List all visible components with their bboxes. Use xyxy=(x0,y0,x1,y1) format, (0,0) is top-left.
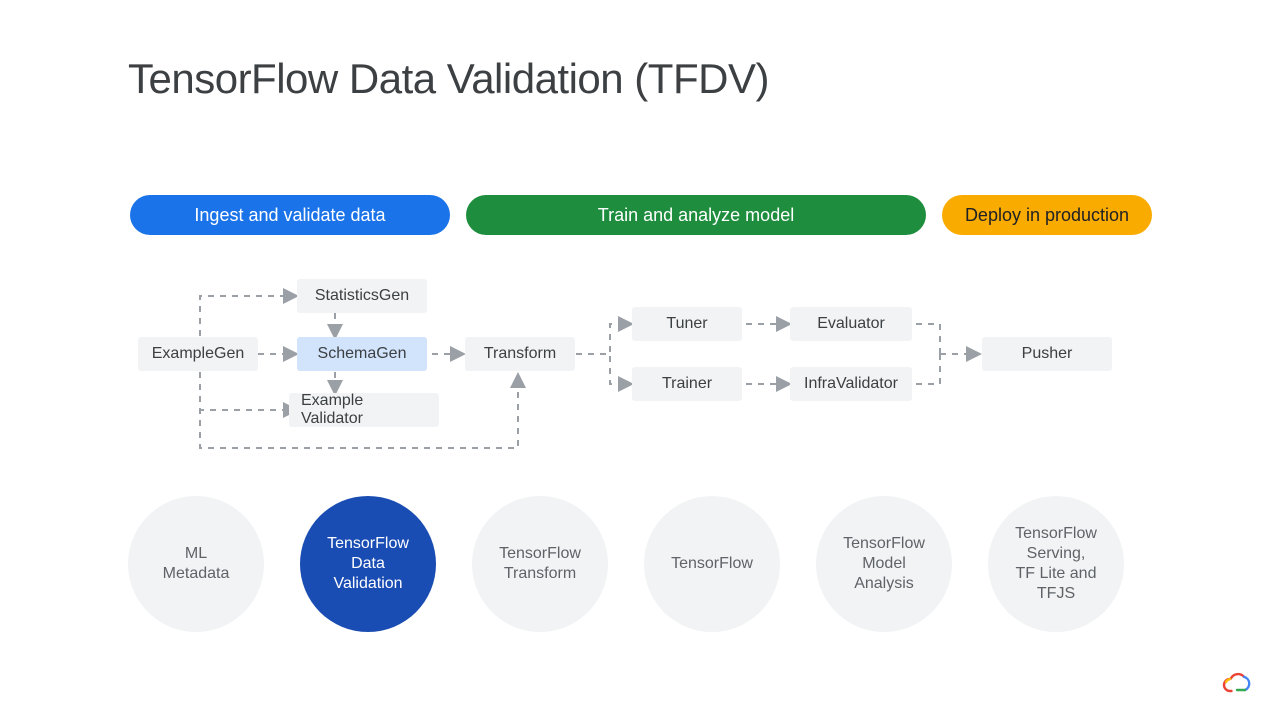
lib-ml-metadata-label: ML Metadata xyxy=(163,544,230,584)
node-trainer: Trainer xyxy=(632,367,742,401)
node-schemagen-label: SchemaGen xyxy=(318,345,407,363)
lib-serving: TensorFlow Serving, TF Lite and TFJS xyxy=(988,496,1124,632)
node-examplegen-label: ExampleGen xyxy=(152,345,245,363)
phase-ingest: Ingest and validate data xyxy=(130,195,450,235)
node-examplevalidator-label: Example Validator xyxy=(301,392,427,428)
node-transform-label: Transform xyxy=(484,345,556,363)
phase-train-label: Train and analyze model xyxy=(598,205,794,226)
node-tuner-label: Tuner xyxy=(666,315,707,333)
lib-tf-transform: TensorFlow Transform xyxy=(472,496,608,632)
lib-tfma: TensorFlow Model Analysis xyxy=(816,496,952,632)
node-schemagen: SchemaGen xyxy=(297,337,427,371)
node-pusher-label: Pusher xyxy=(1022,345,1073,363)
lib-tensorflow: TensorFlow xyxy=(644,496,780,632)
lib-tfdv-label: TensorFlow Data Validation xyxy=(327,534,409,594)
phase-deploy: Deploy in production xyxy=(942,195,1152,235)
page-title: TensorFlow Data Validation (TFDV) xyxy=(128,55,769,103)
lib-tf-transform-label: TensorFlow Transform xyxy=(499,544,581,584)
lib-tfdv: TensorFlow Data Validation xyxy=(300,496,436,632)
google-cloud-icon xyxy=(1222,669,1252,698)
phase-ingest-label: Ingest and validate data xyxy=(194,205,385,226)
lib-tfma-label: TensorFlow Model Analysis xyxy=(843,534,925,594)
lib-tensorflow-label: TensorFlow xyxy=(671,554,753,574)
node-pusher: Pusher xyxy=(982,337,1112,371)
node-infravalidator-label: InfraValidator xyxy=(804,375,898,393)
node-statisticsgen-label: StatisticsGen xyxy=(315,287,409,305)
node-examplevalidator: Example Validator xyxy=(289,393,439,427)
node-evaluator-label: Evaluator xyxy=(817,315,885,333)
lib-serving-label: TensorFlow Serving, TF Lite and TFJS xyxy=(1015,524,1097,604)
node-statisticsgen: StatisticsGen xyxy=(297,279,427,313)
phase-train: Train and analyze model xyxy=(466,195,926,235)
lib-ml-metadata: ML Metadata xyxy=(128,496,264,632)
slide: TensorFlow Data Validation (TFDV) Ingest… xyxy=(0,0,1280,720)
node-tuner: Tuner xyxy=(632,307,742,341)
node-infravalidator: InfraValidator xyxy=(790,367,912,401)
phase-deploy-label: Deploy in production xyxy=(965,205,1129,226)
node-examplegen: ExampleGen xyxy=(138,337,258,371)
node-evaluator: Evaluator xyxy=(790,307,912,341)
node-transform: Transform xyxy=(465,337,575,371)
node-trainer-label: Trainer xyxy=(662,375,712,393)
